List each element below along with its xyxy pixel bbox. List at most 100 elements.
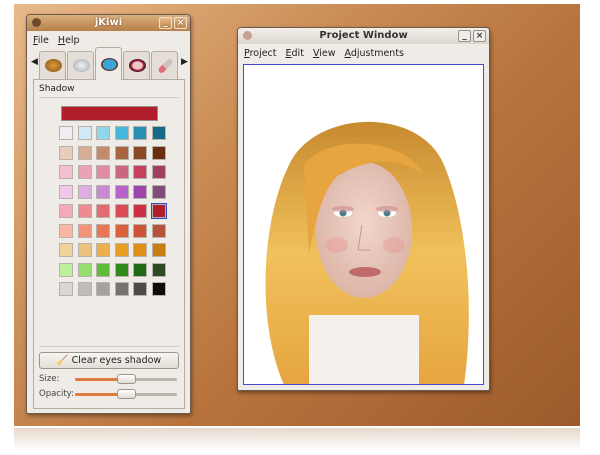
color-swatch[interactable] bbox=[59, 262, 73, 277]
color-swatch[interactable] bbox=[96, 262, 110, 277]
color-swatch[interactable] bbox=[96, 165, 110, 179]
color-swatch[interactable] bbox=[114, 126, 129, 140]
color-swatch[interactable] bbox=[96, 223, 110, 238]
current-color-bar bbox=[61, 106, 158, 121]
color-swatch[interactable] bbox=[114, 145, 129, 160]
tab-lipstick[interactable] bbox=[151, 51, 178, 79]
close-button[interactable]: × bbox=[174, 17, 187, 29]
color-swatch[interactable] bbox=[151, 184, 166, 199]
category-tabs: ◀ ▶ bbox=[31, 47, 189, 80]
color-swatch[interactable] bbox=[96, 282, 110, 296]
divider bbox=[39, 346, 179, 347]
color-swatch[interactable] bbox=[133, 223, 147, 238]
color-swatch[interactable] bbox=[133, 243, 147, 257]
color-swatch[interactable] bbox=[114, 262, 129, 277]
menu-project[interactable]: Project bbox=[244, 48, 277, 59]
blush-icon bbox=[129, 59, 146, 72]
color-swatch[interactable] bbox=[133, 145, 147, 160]
section-title: Shadow bbox=[39, 84, 75, 94]
title-bar[interactable]: Project Window _ × bbox=[238, 28, 489, 44]
color-swatch[interactable] bbox=[114, 204, 129, 218]
color-swatch[interactable] bbox=[133, 282, 147, 296]
color-swatch[interactable] bbox=[151, 145, 166, 160]
color-swatch[interactable] bbox=[151, 282, 166, 296]
color-swatch[interactable] bbox=[77, 243, 92, 257]
size-slider[interactable] bbox=[75, 374, 177, 384]
brush-icon: 🧹 bbox=[56, 355, 69, 366]
menu-bar: Project Edit View Adjustments bbox=[238, 44, 489, 63]
color-swatch[interactable] bbox=[59, 145, 73, 160]
hair-icon bbox=[45, 59, 62, 72]
eyeshadow-icon bbox=[101, 58, 118, 71]
color-swatch[interactable] bbox=[114, 243, 129, 257]
color-swatch[interactable] bbox=[77, 282, 92, 296]
app-icon bbox=[243, 31, 252, 40]
color-swatch[interactable] bbox=[96, 204, 110, 218]
color-swatch[interactable] bbox=[77, 262, 92, 277]
color-swatch[interactable] bbox=[59, 223, 73, 238]
menu-edit[interactable]: Edit bbox=[286, 48, 304, 59]
color-swatch[interactable] bbox=[133, 204, 147, 218]
color-swatch[interactable] bbox=[59, 165, 73, 179]
color-swatch[interactable] bbox=[77, 184, 92, 199]
color-swatch[interactable] bbox=[59, 282, 73, 296]
tab-scroll-left-icon[interactable]: ◀ bbox=[31, 57, 38, 67]
divider bbox=[39, 97, 179, 98]
clear-eyes-shadow-button[interactable]: 🧹 Clear eyes shadow bbox=[39, 352, 179, 369]
title-bar[interactable]: jKiwi _ × bbox=[27, 15, 190, 31]
color-swatch[interactable] bbox=[96, 126, 110, 140]
color-swatch[interactable] bbox=[151, 165, 166, 179]
color-swatch[interactable] bbox=[59, 243, 73, 257]
color-swatch[interactable] bbox=[77, 145, 92, 160]
close-button[interactable]: × bbox=[473, 30, 486, 42]
color-swatch[interactable] bbox=[59, 204, 73, 218]
color-swatch[interactable] bbox=[151, 223, 166, 238]
tab-blush[interactable] bbox=[123, 51, 150, 79]
tab-hair[interactable] bbox=[39, 51, 66, 79]
app-icon bbox=[32, 18, 41, 27]
size-label: Size: bbox=[39, 374, 60, 384]
portrait-image bbox=[265, 121, 469, 384]
color-swatch[interactable] bbox=[77, 165, 92, 179]
window-title: jKiwi bbox=[94, 17, 123, 28]
menu-adjustments[interactable]: Adjustments bbox=[345, 48, 405, 59]
tab-scroll-right-icon[interactable]: ▶ bbox=[181, 57, 188, 67]
opacity-thumb[interactable] bbox=[117, 389, 136, 399]
minimize-button[interactable]: _ bbox=[458, 30, 471, 42]
opacity-slider[interactable] bbox=[75, 389, 177, 399]
tab-accessories[interactable] bbox=[67, 51, 94, 79]
image-canvas[interactable] bbox=[243, 64, 484, 385]
color-swatch[interactable] bbox=[114, 282, 129, 296]
menu-help[interactable]: Help bbox=[58, 35, 80, 46]
lipstick-icon bbox=[157, 57, 174, 75]
color-swatch[interactable] bbox=[77, 126, 92, 140]
window-title: Project Window bbox=[319, 30, 408, 41]
color-swatch[interactable] bbox=[59, 126, 73, 140]
color-swatch[interactable] bbox=[151, 262, 166, 277]
color-swatch[interactable] bbox=[151, 126, 166, 140]
project-window: Project Window _ × Project Edit View Adj… bbox=[237, 27, 490, 391]
color-swatch[interactable] bbox=[133, 165, 147, 179]
color-swatch[interactable] bbox=[96, 184, 110, 199]
color-swatch[interactable] bbox=[150, 203, 167, 219]
shadow-panel: Shadow 🧹 Clear eyes shadow Size: Opacity… bbox=[33, 79, 185, 409]
color-swatch[interactable] bbox=[133, 262, 147, 277]
color-swatch[interactable] bbox=[114, 165, 129, 179]
color-swatch[interactable] bbox=[133, 184, 147, 199]
color-swatch[interactable] bbox=[133, 126, 147, 140]
color-swatch[interactable] bbox=[114, 223, 129, 238]
minimize-button[interactable]: _ bbox=[159, 17, 172, 29]
color-swatch[interactable] bbox=[114, 184, 129, 199]
opacity-label: Opacity: bbox=[39, 389, 74, 399]
color-swatch[interactable] bbox=[59, 184, 73, 199]
color-swatch[interactable] bbox=[151, 243, 166, 257]
size-thumb[interactable] bbox=[117, 374, 136, 384]
tab-eye-shadow[interactable] bbox=[95, 47, 122, 80]
menu-view[interactable]: View bbox=[313, 48, 336, 59]
color-swatch[interactable] bbox=[96, 145, 110, 160]
color-swatch[interactable] bbox=[77, 223, 92, 238]
color-swatch[interactable] bbox=[77, 204, 92, 218]
color-swatch[interactable] bbox=[96, 243, 110, 257]
accessories-icon bbox=[73, 59, 90, 72]
menu-file[interactable]: File bbox=[33, 35, 49, 46]
